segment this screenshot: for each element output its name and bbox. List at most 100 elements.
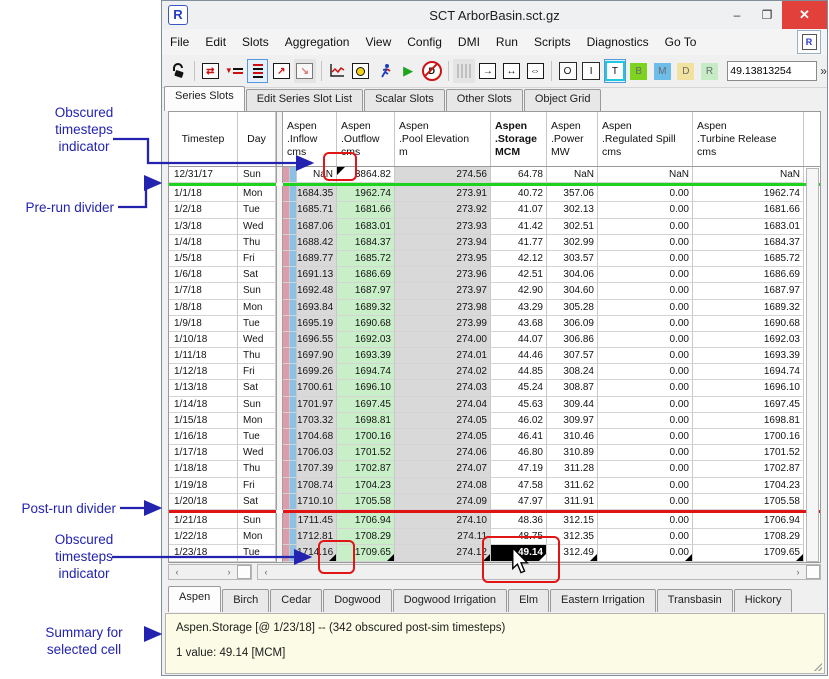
cell-storage[interactable]: 43.29 bbox=[491, 300, 547, 316]
timestep-cell[interactable]: 1/14/18 bbox=[169, 397, 238, 413]
cell-storage[interactable]: 47.19 bbox=[491, 461, 547, 477]
tab-other-slots[interactable]: Other Slots bbox=[446, 89, 523, 111]
cell-outflow[interactable]: 1705.58 bbox=[337, 494, 395, 510]
vertical-scrollbar[interactable] bbox=[806, 168, 819, 562]
cell-storage[interactable]: 44.85 bbox=[491, 364, 547, 380]
frozen-pane-hscrollbar[interactable]: ‹ › bbox=[168, 564, 252, 580]
cell-turbine[interactable]: 1685.72 bbox=[693, 251, 804, 267]
cell-regspill[interactable]: 0.00 bbox=[598, 364, 693, 380]
cell-regspill[interactable]: 0.00 bbox=[598, 380, 693, 396]
cell-storage[interactable]: 46.80 bbox=[491, 445, 547, 461]
cell-storage[interactable]: 45.63 bbox=[491, 397, 547, 413]
cell-outflow[interactable]: 1694.74 bbox=[337, 364, 395, 380]
cell-regspill[interactable]: 0.00 bbox=[598, 478, 693, 494]
cell-inflow[interactable]: 1714.16 bbox=[297, 545, 337, 561]
cell-pool[interactable]: 274.04 bbox=[395, 397, 491, 413]
sct-window-button[interactable]: R bbox=[797, 30, 821, 54]
cell-power[interactable]: NaN bbox=[547, 167, 598, 183]
cell-pool[interactable]: 273.98 bbox=[395, 300, 491, 316]
resize-grip[interactable] bbox=[814, 663, 822, 671]
cell-regspill[interactable]: 0.00 bbox=[598, 332, 693, 348]
scroll-thumb[interactable] bbox=[806, 565, 820, 579]
object-tab-eastern-irrigation[interactable]: Eastern Irrigation bbox=[550, 589, 656, 612]
maximize-button[interactable]: ❐ bbox=[752, 1, 782, 29]
cell-turbine[interactable]: NaN bbox=[693, 167, 804, 183]
cell-regspill[interactable]: 0.00 bbox=[598, 445, 693, 461]
cell-inflow[interactable]: 1691.13 bbox=[297, 267, 337, 283]
timestep-cell[interactable]: 1/19/18 bbox=[169, 478, 238, 494]
cell-regspill[interactable]: 0.00 bbox=[598, 300, 693, 316]
cell-power[interactable]: 305.28 bbox=[547, 300, 598, 316]
cell-power[interactable]: 310.46 bbox=[547, 429, 598, 445]
cell-inflow[interactable]: 1707.39 bbox=[297, 461, 337, 477]
slot-dialog-icon[interactable] bbox=[350, 59, 372, 83]
menu-go-to[interactable]: Go To bbox=[657, 31, 705, 53]
data-pane-hscrollbar[interactable]: ‹ › bbox=[257, 564, 821, 580]
cell-outflow[interactable]: 1685.72 bbox=[337, 251, 395, 267]
cell-turbine[interactable]: 1689.32 bbox=[693, 300, 804, 316]
cell-outflow[interactable]: 1687.97 bbox=[337, 283, 395, 299]
cell-value-field[interactable] bbox=[727, 61, 817, 81]
start-run-icon[interactable]: ▶ bbox=[397, 59, 419, 83]
cell-storage[interactable]: 44.07 bbox=[491, 332, 547, 348]
cell-regspill[interactable]: 0.00 bbox=[598, 283, 693, 299]
column-header-power[interactable]: Aspen.PowerMW bbox=[547, 112, 598, 166]
tab-series-slots[interactable]: Series Slots bbox=[164, 86, 245, 111]
column-header-outflow[interactable]: Aspen.Outflowcms bbox=[337, 112, 395, 166]
cell-storage[interactable]: 44.46 bbox=[491, 348, 547, 364]
cell-storage[interactable]: 48.36 bbox=[491, 513, 547, 529]
cell-power[interactable]: 311.91 bbox=[547, 494, 598, 510]
cell-pool[interactable]: 273.93 bbox=[395, 219, 491, 235]
cell-pool[interactable]: 273.99 bbox=[395, 316, 491, 332]
cell-regspill[interactable]: NaN bbox=[598, 167, 693, 183]
title-bar[interactable]: R SCT ArborBasin.sct.gz – ❐ ✕ bbox=[162, 1, 827, 30]
cell-turbine[interactable]: 1686.69 bbox=[693, 267, 804, 283]
scroll-left-icon[interactable]: ‹ bbox=[258, 565, 274, 579]
cell-power[interactable]: 307.57 bbox=[547, 348, 598, 364]
cell-turbine[interactable]: 1693.39 bbox=[693, 348, 804, 364]
cell-pool[interactable]: 274.06 bbox=[395, 445, 491, 461]
cell-power[interactable]: 357.06 bbox=[547, 186, 598, 202]
cell-inflow[interactable]: 1700.61 bbox=[297, 380, 337, 396]
cell-storage[interactable]: 41.07 bbox=[491, 202, 547, 218]
cell-outflow[interactable]: 1704.23 bbox=[337, 478, 395, 494]
timestep-cell[interactable]: 1/22/18 bbox=[169, 529, 238, 545]
cell-outflow[interactable]: 1681.66 bbox=[337, 202, 395, 218]
timestep-cell[interactable]: 1/3/18 bbox=[169, 219, 238, 235]
cell-regspill[interactable]: 0.00 bbox=[598, 251, 693, 267]
menu-view[interactable]: View bbox=[357, 31, 399, 53]
cell-turbine[interactable]: 1698.81 bbox=[693, 413, 804, 429]
column-header-regspill[interactable]: Aspen.Regulated Spillcms bbox=[598, 112, 693, 166]
cell-inflow[interactable]: 1711.45 bbox=[297, 513, 337, 529]
cell-regspill[interactable]: 0.00 bbox=[598, 397, 693, 413]
swap-arrows-icon[interactable]: ⇄ bbox=[200, 59, 222, 83]
cell-turbine[interactable]: 1705.58 bbox=[693, 494, 804, 510]
best-efficiency-flag-icon[interactable]: B bbox=[628, 59, 650, 83]
tab-scalar-slots[interactable]: Scalar Slots bbox=[364, 89, 445, 111]
object-tab-cedar[interactable]: Cedar bbox=[270, 589, 322, 612]
cell-pool[interactable]: 274.01 bbox=[395, 348, 491, 364]
cell-inflow[interactable]: 1688.42 bbox=[297, 235, 337, 251]
cell-storage[interactable]: 41.77 bbox=[491, 235, 547, 251]
cell-storage[interactable]: 40.72 bbox=[491, 186, 547, 202]
cell-pool[interactable]: 274.07 bbox=[395, 461, 491, 477]
timestep-cell[interactable]: 1/18/18 bbox=[169, 461, 238, 477]
menu-config[interactable]: Config bbox=[399, 31, 450, 53]
cell-pool[interactable]: 274.03 bbox=[395, 380, 491, 396]
tab-edit-series-slot-list[interactable]: Edit Series Slot List bbox=[246, 89, 363, 111]
cell-outflow[interactable]: 1690.68 bbox=[337, 316, 395, 332]
object-tab-aspen[interactable]: Aspen bbox=[168, 586, 221, 612]
cell-storage[interactable]: 45.24 bbox=[491, 380, 547, 396]
cell-outflow[interactable]: 1683.01 bbox=[337, 219, 395, 235]
object-tab-transbasin[interactable]: Transbasin bbox=[657, 589, 733, 612]
timestep-cell[interactable]: 1/2/18 bbox=[169, 202, 238, 218]
cell-turbine[interactable]: 1702.87 bbox=[693, 461, 804, 477]
cell-storage[interactable]: 43.68 bbox=[491, 316, 547, 332]
cell-pool[interactable]: 274.11 bbox=[395, 529, 491, 545]
cell-pool[interactable]: 273.91 bbox=[395, 186, 491, 202]
cell-outflow[interactable]: 1686.69 bbox=[337, 267, 395, 283]
output-flag-icon[interactable]: O bbox=[557, 59, 579, 83]
cell-inflow[interactable]: 1685.71 bbox=[297, 202, 337, 218]
cell-pool[interactable]: 273.96 bbox=[395, 267, 491, 283]
cell-regspill[interactable]: 0.00 bbox=[598, 202, 693, 218]
